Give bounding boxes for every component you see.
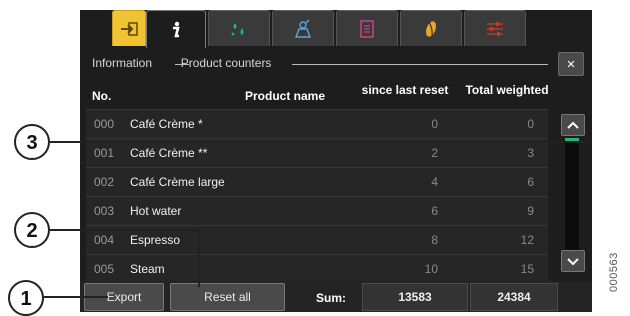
sum-label: Sum:	[316, 291, 346, 305]
count-since-reset: 6	[431, 204, 438, 218]
callout-marker-1: 1	[8, 280, 44, 316]
tab-settings[interactable]	[464, 10, 526, 46]
callout-2-line	[50, 229, 200, 231]
count-total-weighted: 9	[527, 204, 534, 218]
callout-2-line-vertical	[198, 229, 200, 287]
figure-id: 000563	[608, 252, 620, 292]
row-number: 005	[94, 262, 115, 276]
tab-information[interactable]	[146, 10, 206, 48]
sliders-icon	[487, 21, 503, 36]
chevron-down-icon	[567, 258, 579, 266]
callout-marker-2: 2	[14, 212, 50, 248]
column-header-no: No.	[92, 89, 112, 103]
tab-recipes[interactable]	[336, 10, 398, 46]
close-button[interactable]: ×	[558, 52, 584, 76]
info-icon	[173, 21, 180, 37]
breadcrumb-rule	[292, 64, 548, 65]
product-name: Café Crème **	[130, 146, 208, 160]
water-drops-icon	[231, 22, 244, 35]
column-header-since-last-reset: since last reset	[361, 83, 449, 97]
tab-service[interactable]	[272, 10, 334, 46]
breadcrumb-product-counters: Product counters	[180, 56, 272, 70]
row-number: 003	[94, 204, 115, 218]
column-header-total-weighted: Total weighted	[465, 83, 549, 97]
count-total-weighted: 6	[527, 175, 534, 189]
sum-since-last-reset: 13583	[362, 283, 468, 311]
row-number: 004	[94, 233, 115, 247]
callout-3-line	[50, 141, 587, 143]
product-name: Café Crème *	[130, 117, 203, 131]
count-since-reset: 0	[431, 117, 438, 131]
callout-1-line	[44, 296, 108, 298]
scroll-up-button[interactable]	[561, 114, 585, 136]
table-row[interactable]: 002 Café Crème large 4 6	[86, 167, 548, 196]
chevron-up-icon	[567, 121, 579, 129]
sum-total-weighted: 24384	[470, 283, 558, 311]
list-icon	[360, 19, 374, 38]
scrollbar-track[interactable]	[565, 142, 579, 250]
tab-products[interactable]	[400, 10, 462, 46]
reset-all-button[interactable]: Reset all	[170, 283, 285, 311]
column-header-product-name: Product name	[244, 89, 325, 103]
count-since-reset: 8	[431, 233, 438, 247]
table-row[interactable]: 003 Hot water 6 9	[86, 196, 548, 225]
breadcrumb-separator	[175, 64, 189, 65]
breadcrumb-information[interactable]: Information	[92, 56, 152, 70]
screen: Information Product counters × No. Produ…	[80, 10, 592, 312]
table-row[interactable]: 005 Steam 10 15	[86, 254, 548, 283]
coffee-bean-icon	[425, 20, 437, 37]
table-row[interactable]: 000 Café Crème * 0 0	[86, 109, 548, 138]
product-name: Hot water	[130, 204, 182, 218]
row-number: 002	[94, 175, 115, 189]
count-total-weighted: 0	[527, 117, 534, 131]
tab-care[interactable]	[208, 10, 270, 46]
callout-marker-3: 3	[14, 124, 50, 160]
row-number: 000	[94, 117, 115, 131]
product-name: Steam	[130, 262, 165, 276]
exit-arrow-icon	[121, 21, 138, 36]
count-total-weighted: 3	[527, 146, 534, 160]
product-name: Café Crème large	[130, 175, 225, 189]
technician-icon	[294, 19, 312, 38]
count-since-reset: 10	[424, 262, 438, 276]
scroll-down-button[interactable]	[561, 250, 585, 272]
count-total-weighted: 15	[520, 262, 534, 276]
product-name: Espresso	[130, 233, 181, 247]
count-since-reset: 2	[431, 146, 438, 160]
count-total-weighted: 12	[520, 233, 534, 247]
tab-exit[interactable]	[112, 10, 146, 46]
count-since-reset: 4	[431, 175, 438, 189]
row-number: 001	[94, 146, 115, 160]
